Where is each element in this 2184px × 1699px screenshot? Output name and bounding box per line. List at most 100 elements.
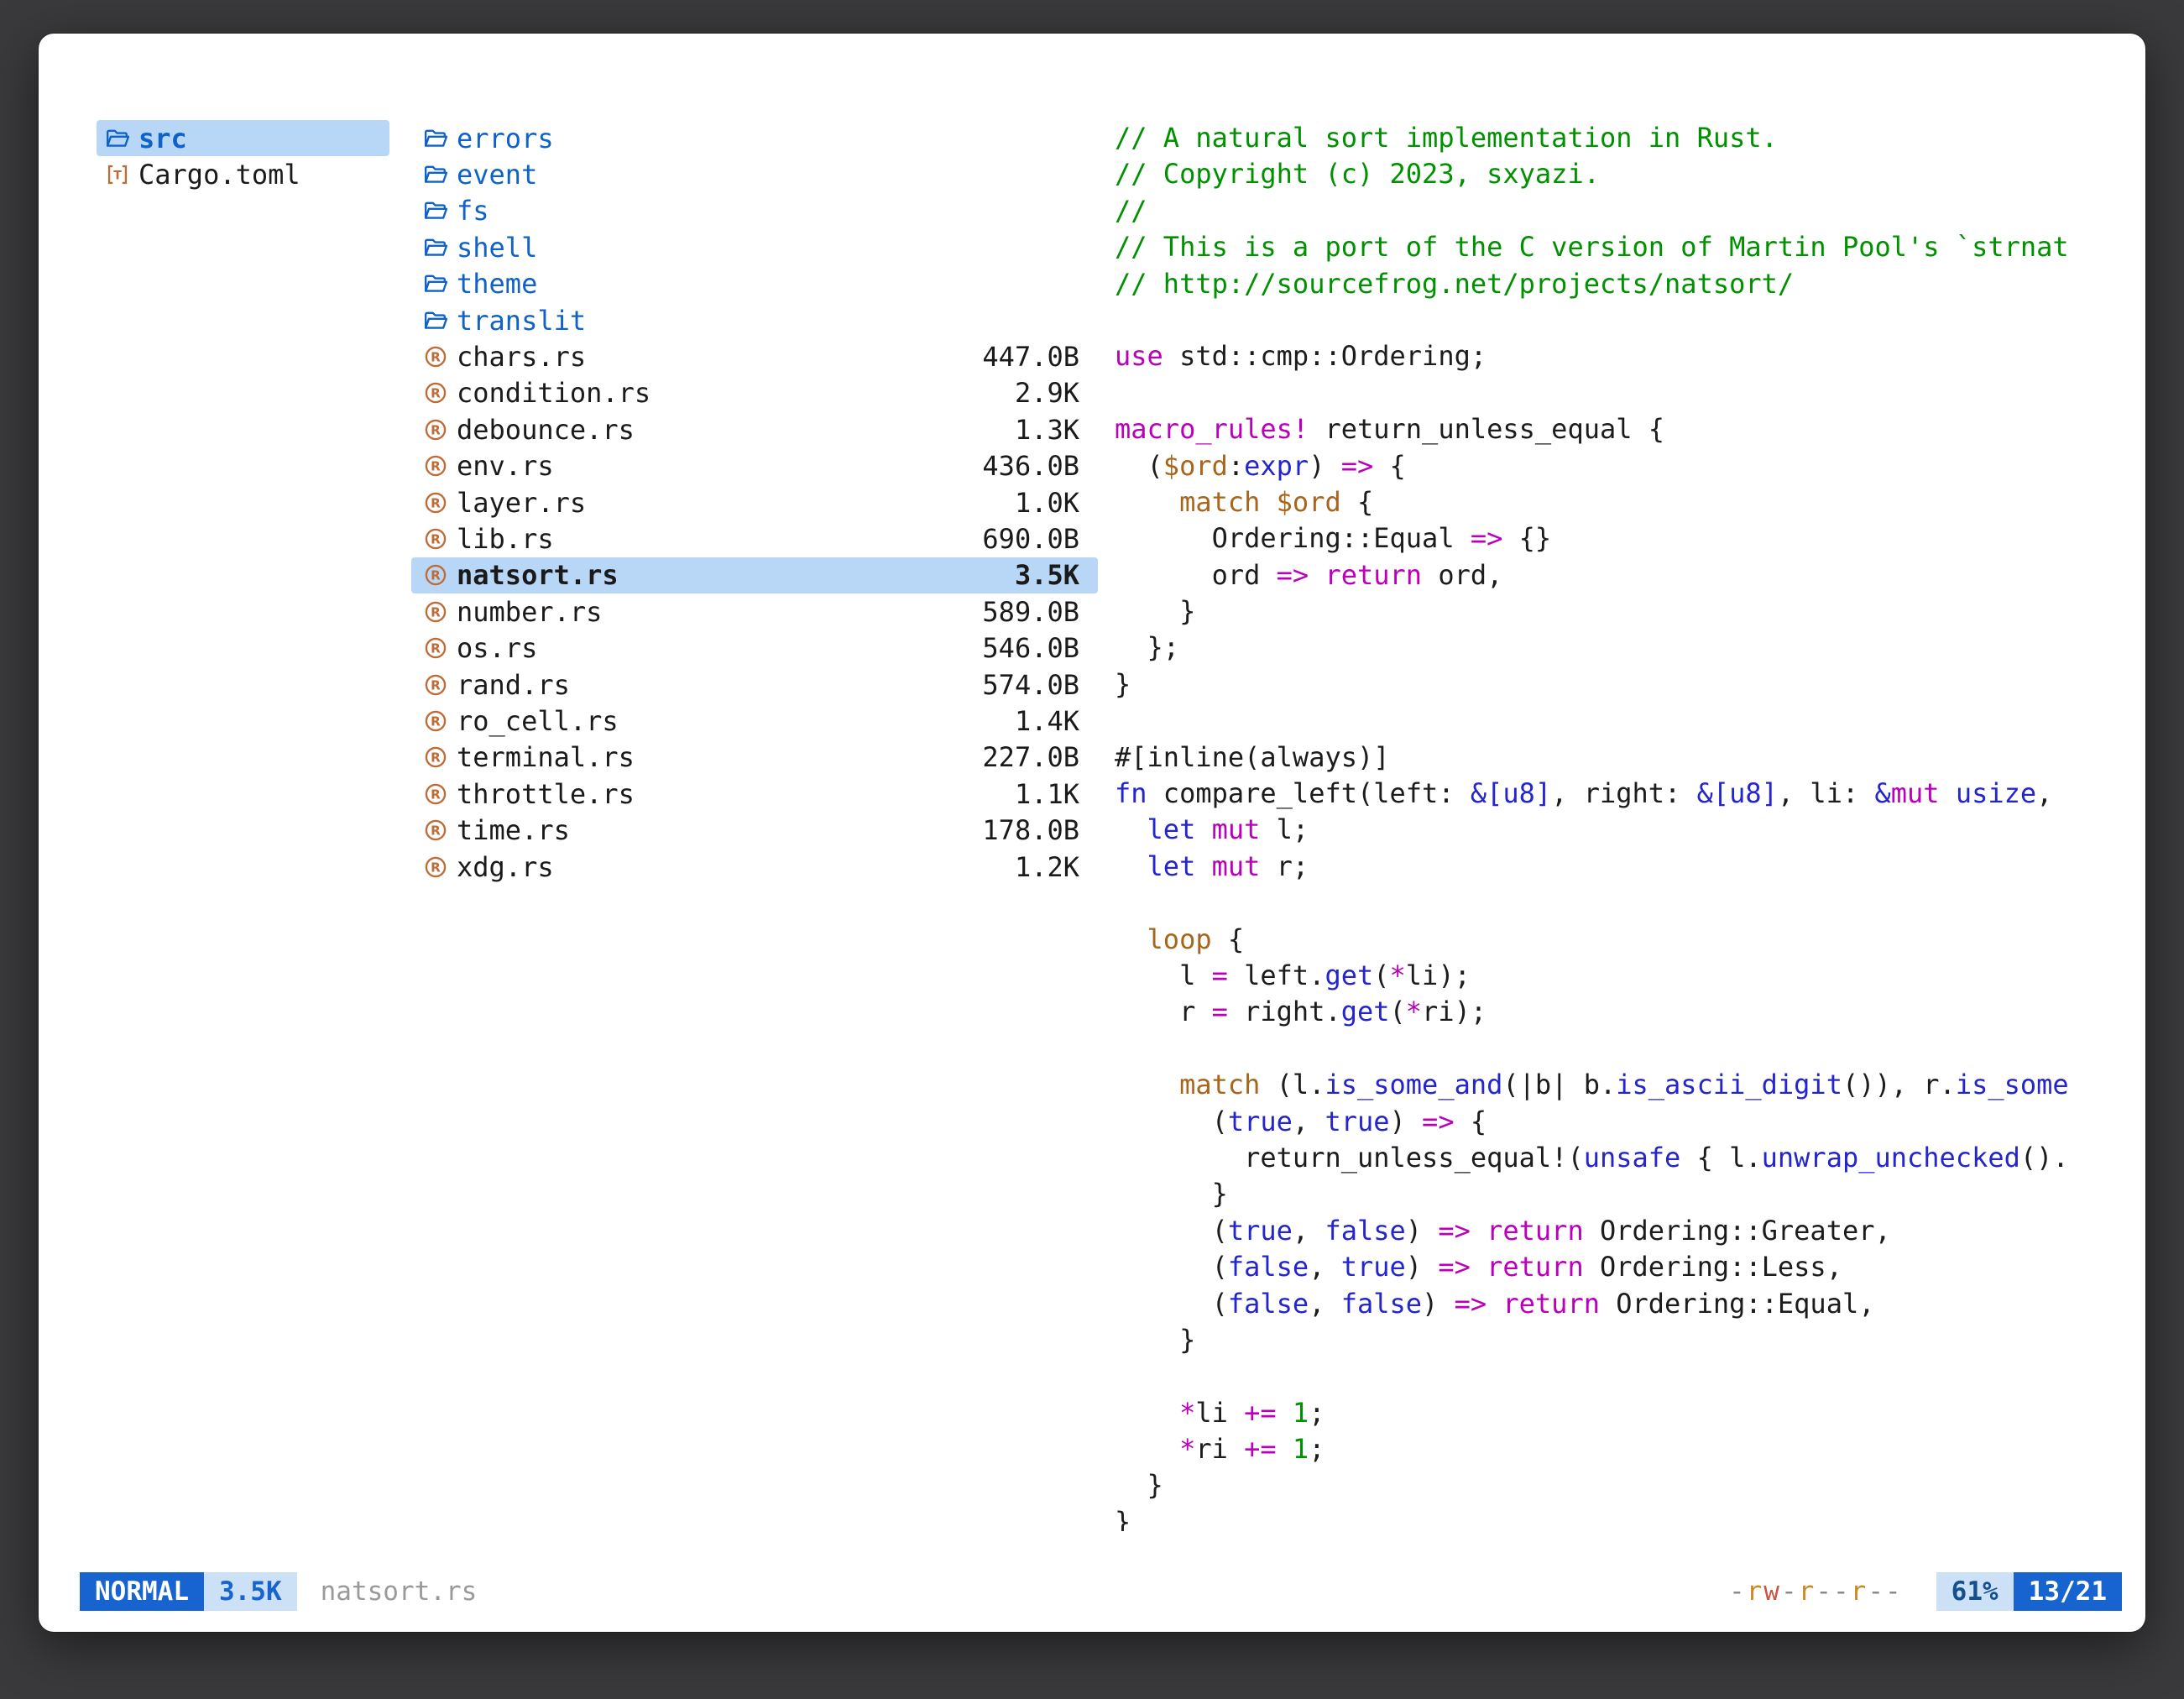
file-list-item[interactable]: R debounce.rs 1.3K <box>411 411 1098 447</box>
code-line: let mut r; <box>1115 849 2115 885</box>
file-list-item[interactable]: R natsort.rs 3.5K <box>411 557 1098 593</box>
svg-text:R: R <box>431 823 441 839</box>
code-line: use std::cmp::Ordering; <box>1115 338 2115 374</box>
code-line: match $ord { <box>1115 484 2115 520</box>
code-line: r = right.get(*ri); <box>1115 994 2115 1030</box>
file-name: fs <box>457 195 489 227</box>
svg-text:R: R <box>431 459 441 474</box>
file-size: 3.5K <box>1015 559 1098 591</box>
file-size: 546.0B <box>982 632 1098 664</box>
svg-text:R: R <box>431 350 441 365</box>
scroll-percent-badge: 61% <box>1936 1572 2014 1611</box>
file-size: 447.0B <box>982 341 1098 373</box>
file-list-item[interactable]: errors <box>411 120 1098 156</box>
svg-text:R: R <box>431 641 441 656</box>
code-line: } <box>1115 667 2115 703</box>
code-line: l = left.get(*li); <box>1115 958 2115 994</box>
file-name: env.rs <box>457 450 554 482</box>
file-name: chars.rs <box>457 341 586 373</box>
folder-open-icon <box>423 274 448 294</box>
folder-open-icon <box>423 165 448 185</box>
current-directory-pane: errors event fs shell theme translit <box>411 120 1098 885</box>
code-line <box>1115 885 2115 921</box>
code-line: fn compare_left(left: &[u8], right: &[u8… <box>1115 776 2115 812</box>
file-list-item[interactable]: R number.rs 589.0B <box>411 593 1098 630</box>
file-list-item[interactable]: R xdg.rs 1.2K <box>411 849 1098 885</box>
file-size: 589.0B <box>982 596 1098 628</box>
rust-icon: R <box>423 381 448 405</box>
file-name: condition.rs <box>457 377 650 409</box>
rust-icon: R <box>423 491 448 515</box>
file-list-item[interactable]: R env.rs 436.0B <box>411 448 1098 484</box>
code-line: loop { <box>1115 922 2115 958</box>
code-line: match (l.is_some_and(|b| b.is_ascii_digi… <box>1115 1067 2115 1103</box>
code-line: Ordering::Equal => {} <box>1115 520 2115 557</box>
file-list-item[interactable]: R condition.rs 2.9K <box>411 375 1098 411</box>
file-size: 574.0B <box>982 669 1098 701</box>
code-line <box>1115 1358 2115 1394</box>
status-bar-left: NORMAL 3.5K natsort.rs <box>80 1572 477 1611</box>
folder-open-icon <box>423 128 448 149</box>
rust-icon: R <box>423 600 448 624</box>
folder-open-icon <box>423 201 448 221</box>
parent-directory-pane: src T Cargo.toml <box>97 120 389 193</box>
file-name: event <box>457 159 537 191</box>
svg-text:T: T <box>113 169 122 182</box>
code-line: } <box>1115 1322 2115 1358</box>
file-list-item[interactable]: R lib.rs 690.0B <box>411 520 1098 557</box>
code-line <box>1115 1031 2115 1067</box>
file-list-item[interactable]: R ro_cell.rs 1.4K <box>411 703 1098 739</box>
file-name: number.rs <box>457 596 602 628</box>
code-line: ord => return ord, <box>1115 557 2115 593</box>
rust-icon: R <box>423 418 448 442</box>
code-line: } <box>1115 1467 2115 1503</box>
status-bar-right: -rw-r--r-- 61% 13/21 <box>1729 1572 2122 1611</box>
file-list-item[interactable]: R rand.rs 574.0B <box>411 667 1098 703</box>
file-size: 1.3K <box>1015 414 1098 446</box>
file-name: translit <box>457 305 586 337</box>
code-line <box>1115 375 2115 411</box>
rust-icon: R <box>423 636 448 660</box>
svg-text:R: R <box>431 495 441 510</box>
svg-text:R: R <box>431 604 441 619</box>
file-list-item[interactable]: R terminal.rs 227.0B <box>411 740 1098 776</box>
file-name: theme <box>457 268 537 300</box>
mode-badge: NORMAL <box>80 1572 204 1611</box>
file-name: debounce.rs <box>457 414 635 446</box>
file-name: xdg.rs <box>457 851 554 883</box>
status-bar: NORMAL 3.5K natsort.rs -rw-r--r-- 61% 13… <box>39 1572 2145 1611</box>
file-name: natsort.rs <box>457 559 619 591</box>
file-list-item[interactable]: translit <box>411 302 1098 338</box>
code-line: // This is a port of the C version of Ma… <box>1115 229 2115 265</box>
code-line: // A natural sort implementation in Rust… <box>1115 120 2115 156</box>
file-name: rand.rs <box>457 669 570 701</box>
file-permissions: -rw-r--r-- <box>1729 1576 1903 1607</box>
yazi-file-manager-window: src T Cargo.toml errors event fs shell <box>39 34 2145 1632</box>
file-list-item[interactable]: fs <box>411 193 1098 229</box>
file-list-item[interactable]: R throttle.rs 1.1K <box>411 776 1098 812</box>
file-size: 1.0K <box>1015 487 1098 519</box>
toml-icon: T <box>105 163 130 186</box>
rust-icon: R <box>423 818 448 842</box>
file-size-badge: 3.5K <box>204 1572 297 1611</box>
file-name: time.rs <box>457 814 570 846</box>
rust-icon: R <box>423 709 448 733</box>
code-line: macro_rules! return_unless_equal { <box>1115 411 2115 447</box>
file-list-item[interactable]: shell <box>411 229 1098 265</box>
file-list-item[interactable]: theme <box>411 266 1098 302</box>
parent-list-item[interactable]: T Cargo.toml <box>97 156 389 192</box>
file-list-item[interactable]: event <box>411 156 1098 192</box>
file-list-item[interactable]: R layer.rs 1.0K <box>411 484 1098 520</box>
code-line: (true, false) => return Ordering::Greate… <box>1115 1213 2115 1249</box>
parent-list-item[interactable]: src <box>97 120 389 156</box>
file-name: os.rs <box>457 632 537 664</box>
file-list-item[interactable]: R os.rs 546.0B <box>411 630 1098 666</box>
rust-icon: R <box>423 745 448 769</box>
code-line: ($ord:expr) => { <box>1115 448 2115 484</box>
svg-text:R: R <box>431 568 441 583</box>
file-list-item[interactable]: R chars.rs 447.0B <box>411 338 1098 374</box>
code-line: // http://sourcefrog.net/projects/natsor… <box>1115 266 2115 302</box>
file-name: layer.rs <box>457 487 586 519</box>
file-preview-pane[interactable]: // A natural sort implementation in Rust… <box>1115 120 2115 1531</box>
file-list-item[interactable]: R time.rs 178.0B <box>411 812 1098 848</box>
